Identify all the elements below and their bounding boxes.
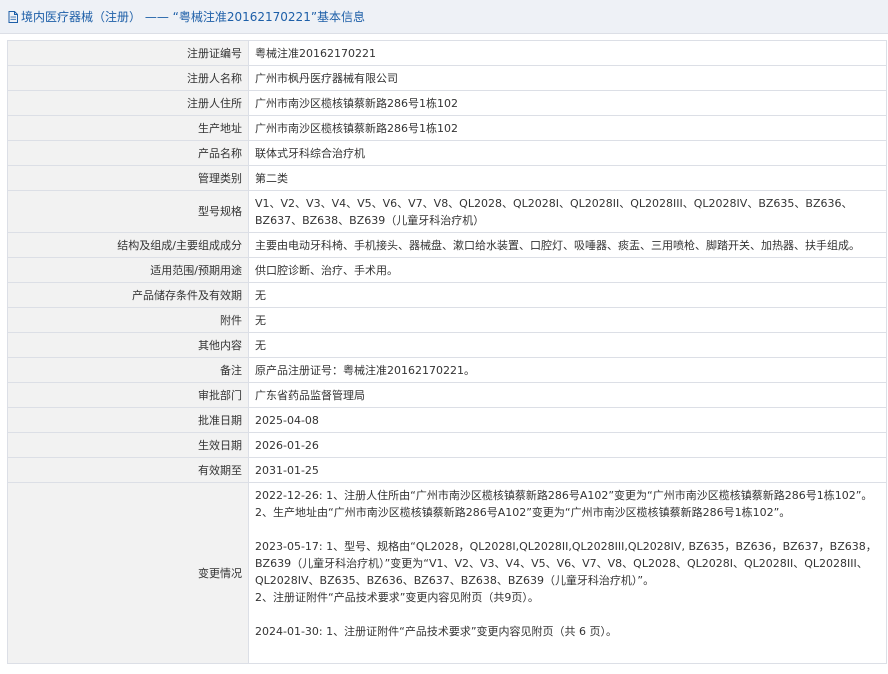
table-row: 审批部门 广东省药品监督管理局: [7, 382, 887, 408]
table-row: 注册证编号 粤械注准20162170221: [7, 40, 887, 66]
row-label: 产品名称: [7, 140, 249, 166]
change-line: 2022-12-26: 1、注册人住所由“广州市南沙区榄核镇蔡新路286号A10…: [255, 489, 873, 502]
row-value: 主要由电动牙科椅、手机接头、器械盘、漱口给水装置、口腔灯、吸唾器、痰盂、三用喷枪…: [248, 232, 887, 258]
table-row: 产品名称 联体式牙科综合治疗机: [7, 140, 887, 166]
row-value: 广州市南沙区榄核镇蔡新路286号1栋102: [248, 115, 887, 141]
info-table-container: 注册证编号 粤械注准20162170221 注册人名称 广州市枫丹医疗器械有限公司 …: [7, 40, 887, 664]
row-label: 产品储存条件及有效期: [7, 282, 249, 308]
table-row: 型号规格 V1、V2、V3、V4、V5、V6、V7、V8、QL2028、QL202…: [7, 190, 887, 233]
row-label: 有效期至: [7, 457, 249, 483]
row-label: 管理类别: [7, 165, 249, 191]
table-row: 其他内容无: [7, 332, 887, 358]
changes-content: 2022-12-26: 1、注册人住所由“广州市南沙区榄核镇蔡新路286号A10…: [248, 482, 887, 664]
row-value: 广东省药品监督管理局: [248, 382, 887, 408]
table-row: 结构及组成/主要组成成分 主要由电动牙科椅、手机接头、器械盘、漱口给水装置、口腔灯…: [7, 232, 887, 258]
row-label: 适用范围/预期用途: [7, 257, 249, 283]
row-value: 广州市南沙区榄核镇蔡新路286号1栋102: [248, 90, 887, 116]
row-value: 供口腔诊断、治疗、手术用。: [248, 257, 887, 283]
row-value: 原产品注册证号：粤械注准20162170221。: [248, 357, 887, 383]
row-value: 第二类: [248, 165, 887, 191]
change-line: 2024-01-30: 1、注册证附件“产品技术要求”变更内容见附页（共 6 页…: [255, 625, 618, 638]
info-table: 注册证编号 粤械注准20162170221 注册人名称 广州市枫丹医疗器械有限公司 …: [7, 40, 887, 664]
change-line: 2023-05-17: 1、型号、规格由“QL2028，QL2028I,QL20…: [255, 540, 877, 587]
row-label: 结构及组成/主要组成成分: [7, 232, 249, 258]
row-value: 2025-04-08: [248, 407, 887, 433]
row-label: 生效日期: [7, 432, 249, 458]
row-label: 生产地址: [7, 115, 249, 141]
table-row: 附件无: [7, 307, 887, 333]
row-value: 广州市枫丹医疗器械有限公司: [248, 65, 887, 91]
page-title: 境内医疗器械（注册） —— “粤械注准20162170221”基本信息: [21, 10, 366, 24]
table-row: 产品储存条件及有效期无: [7, 282, 887, 308]
row-label: 注册人住所: [7, 90, 249, 116]
row-value: 联体式牙科综合治疗机: [248, 140, 887, 166]
row-label: 注册证编号: [7, 40, 249, 66]
row-label: 型号规格: [7, 190, 249, 233]
change-line: 2、注册证附件“产品技术要求”变更内容见附页（共9页）。: [255, 591, 539, 604]
row-label: 批准日期: [7, 407, 249, 433]
document-icon: [8, 10, 18, 23]
table-row: 备注 原产品注册证号：粤械注准20162170221。: [7, 357, 887, 383]
table-row: 批准日期 2025-04-08: [7, 407, 887, 433]
table-row: 有效期至 2031-01-25: [7, 457, 887, 483]
table-row: 注册人住所 广州市南沙区榄核镇蔡新路286号1栋102: [7, 90, 887, 116]
table-row: 管理类别 第二类: [7, 165, 887, 191]
row-value: 无: [248, 282, 887, 308]
row-label: 其他内容: [7, 332, 249, 358]
table-row: 注册人名称 广州市枫丹医疗器械有限公司: [7, 65, 887, 91]
row-value: 无: [248, 332, 887, 358]
row-value: 无: [248, 307, 887, 333]
row-value: 粤械注准20162170221: [248, 40, 887, 66]
table-row: 适用范围/预期用途 供口腔诊断、治疗、手术用。: [7, 257, 887, 283]
row-label: 附件: [7, 307, 249, 333]
row-label: 注册人名称: [7, 65, 249, 91]
row-value: 2031-01-25: [248, 457, 887, 483]
row-label: 备注: [7, 357, 249, 383]
page-title-bar: 境内医疗器械（注册） —— “粤械注准20162170221”基本信息: [0, 0, 888, 34]
table-row: 生产地址 广州市南沙区榄核镇蔡新路286号1栋102: [7, 115, 887, 141]
row-value: V1、V2、V3、V4、V5、V6、V7、V8、QL2028、QL2028I、Q…: [248, 190, 887, 233]
row-value: 2026-01-26: [248, 432, 887, 458]
table-row: 生效日期 2026-01-26: [7, 432, 887, 458]
changes-row: 变更情况 2022-12-26: 1、注册人住所由“广州市南沙区榄核镇蔡新路28…: [7, 482, 887, 664]
changes-label: 变更情况: [7, 482, 249, 664]
row-label: 审批部门: [7, 382, 249, 408]
change-line: 2、生产地址由“广州市南沙区榄核镇蔡新路286号A102”变更为“广州市南沙区榄…: [255, 506, 791, 519]
